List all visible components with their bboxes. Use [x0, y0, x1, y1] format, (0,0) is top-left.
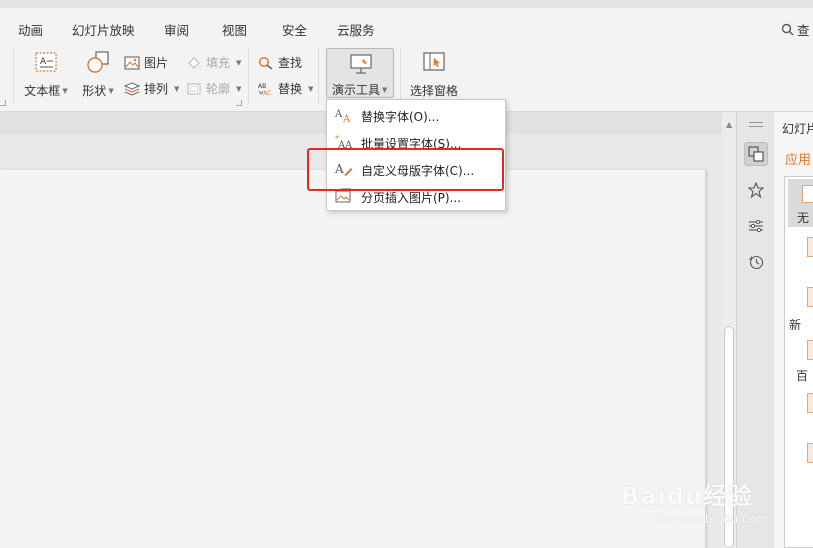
demo-tools-button[interactable]: 演示工具 ▼	[326, 48, 394, 98]
watermark-url: jingyan.baidu.com	[657, 512, 768, 526]
annotation-highlight-box	[307, 148, 504, 191]
svg-text:A: A	[335, 109, 343, 120]
watermark-logo: Baidu经验	[621, 482, 753, 510]
star-icon	[748, 182, 764, 198]
fill-icon	[188, 56, 201, 69]
list-item-label: 无	[797, 211, 810, 225]
properties-panel-button[interactable]	[744, 214, 768, 238]
chevron-down-icon: ▼	[236, 84, 242, 93]
svg-text:AC: AC	[263, 90, 271, 96]
tab-slideshow[interactable]: 幻灯片放映	[72, 20, 135, 39]
layout-thumbnail[interactable]	[807, 237, 813, 257]
divider	[248, 48, 249, 104]
chevron-down-icon: ▼	[308, 84, 314, 93]
search-icon	[781, 23, 794, 36]
arrange-label: 排列	[144, 82, 169, 96]
replace-icon: ABAC	[258, 83, 271, 96]
fill-button[interactable]: 填充 ▼	[186, 54, 241, 71]
list-item[interactable]: 无	[788, 179, 813, 227]
layout-thumbnail	[802, 185, 813, 203]
title-strip	[0, 0, 813, 8]
chevron-down-icon: ▼	[382, 86, 388, 94]
arrange-button[interactable]: 排列 ▼	[124, 80, 179, 97]
panel-grip	[749, 122, 763, 123]
find-button[interactable]: 查找	[258, 54, 302, 71]
menu-item-label: 分页插入图片(P)...	[361, 191, 462, 205]
layout-panel-button[interactable]	[744, 142, 768, 166]
outline-label: 轮廓	[206, 82, 231, 96]
group-corner	[236, 100, 242, 106]
tab-security[interactable]: 安全	[282, 20, 307, 39]
pane-tab-apply[interactable]: 应用	[785, 149, 811, 168]
divider	[400, 48, 401, 104]
tab-cloud[interactable]: 云服务	[337, 20, 375, 39]
textbox-label: 文本框	[24, 84, 61, 98]
selection-pane-label: 选择窗格	[409, 84, 458, 98]
list-item-label: 新	[789, 318, 802, 332]
search-tab-label: 查	[797, 23, 810, 38]
tab-view[interactable]: 视图	[222, 20, 247, 39]
layout-thumbnail[interactable]	[807, 443, 813, 463]
selection-pane-button[interactable]: 选择窗格	[405, 46, 463, 99]
svg-text:A: A	[342, 114, 351, 123]
layout-thumbnail[interactable]	[807, 393, 813, 413]
demo-tools-icon	[350, 54, 372, 74]
divider	[318, 48, 319, 104]
fill-label: 填充	[206, 56, 231, 70]
right-task-pane: 幻灯片 应用 无 新 百	[774, 112, 813, 548]
outline-button[interactable]: 轮廓 ▼	[186, 80, 241, 97]
layout-thumbnail[interactable]	[807, 287, 813, 307]
replace-button[interactable]: AB AC 替换 ▼	[258, 80, 313, 97]
arrange-icon	[124, 81, 140, 96]
shape-label: 形状	[82, 84, 107, 98]
chevron-down-icon: ▼	[62, 87, 68, 95]
font-replace-icon: AA	[335, 109, 351, 123]
svg-text:AB: AB	[258, 83, 266, 90]
tab-review[interactable]: 审阅	[164, 20, 189, 39]
divider	[13, 48, 14, 104]
sliders-icon	[749, 219, 763, 233]
animation-panel-button[interactable]	[744, 178, 768, 202]
ribbon-tab-bar: 动画 幻灯片放映 审阅 视图 安全 云服务 查	[0, 8, 813, 46]
svg-text:A: A	[40, 57, 47, 67]
search-tab[interactable]: 查	[781, 20, 810, 39]
pane-title: 幻灯片	[782, 122, 813, 136]
demo-tools-label: 演示工具	[332, 83, 381, 97]
picture-label: 图片	[144, 56, 169, 70]
replace-label: 替换	[278, 82, 303, 96]
layout-list: 无 新 百	[784, 176, 813, 548]
layout-icon	[748, 146, 764, 162]
history-icon	[749, 255, 764, 270]
shape-icon	[87, 51, 109, 73]
history-panel-button[interactable]	[744, 250, 768, 274]
app-window: 动画 幻灯片放映 审阅 视图 安全 云服务 查 A 文本框▼ 形状▼ 图片	[0, 0, 813, 548]
shape-button[interactable]: 形状 ▼	[78, 46, 118, 99]
selection-pane-icon	[423, 52, 445, 71]
find-icon	[258, 56, 273, 70]
picture-button[interactable]: 图片	[124, 54, 168, 71]
group-corner	[0, 100, 6, 106]
outline-icon	[187, 82, 201, 95]
menu-item-replace-font[interactable]: AA 替换字体(O)...	[327, 102, 505, 128]
layout-thumbnail[interactable]	[807, 340, 813, 360]
chevron-down-icon: ▼	[108, 87, 114, 95]
chevron-down-icon: ▼	[174, 84, 180, 93]
panel-grip	[749, 126, 763, 127]
picture-icon	[124, 55, 140, 70]
list-item-label: 百	[796, 369, 809, 383]
menu-item-label: 替换字体(O)...	[361, 110, 440, 124]
textbox-icon: A	[35, 52, 57, 72]
find-label: 查找	[278, 56, 303, 70]
scroll-up-icon[interactable]: ▲	[726, 120, 732, 129]
chevron-down-icon: ▼	[236, 58, 242, 67]
tab-animation[interactable]: 动画	[18, 20, 43, 39]
slide-canvas[interactable]	[0, 170, 706, 548]
textbox-button[interactable]: A 文本框 ▼	[22, 46, 70, 99]
